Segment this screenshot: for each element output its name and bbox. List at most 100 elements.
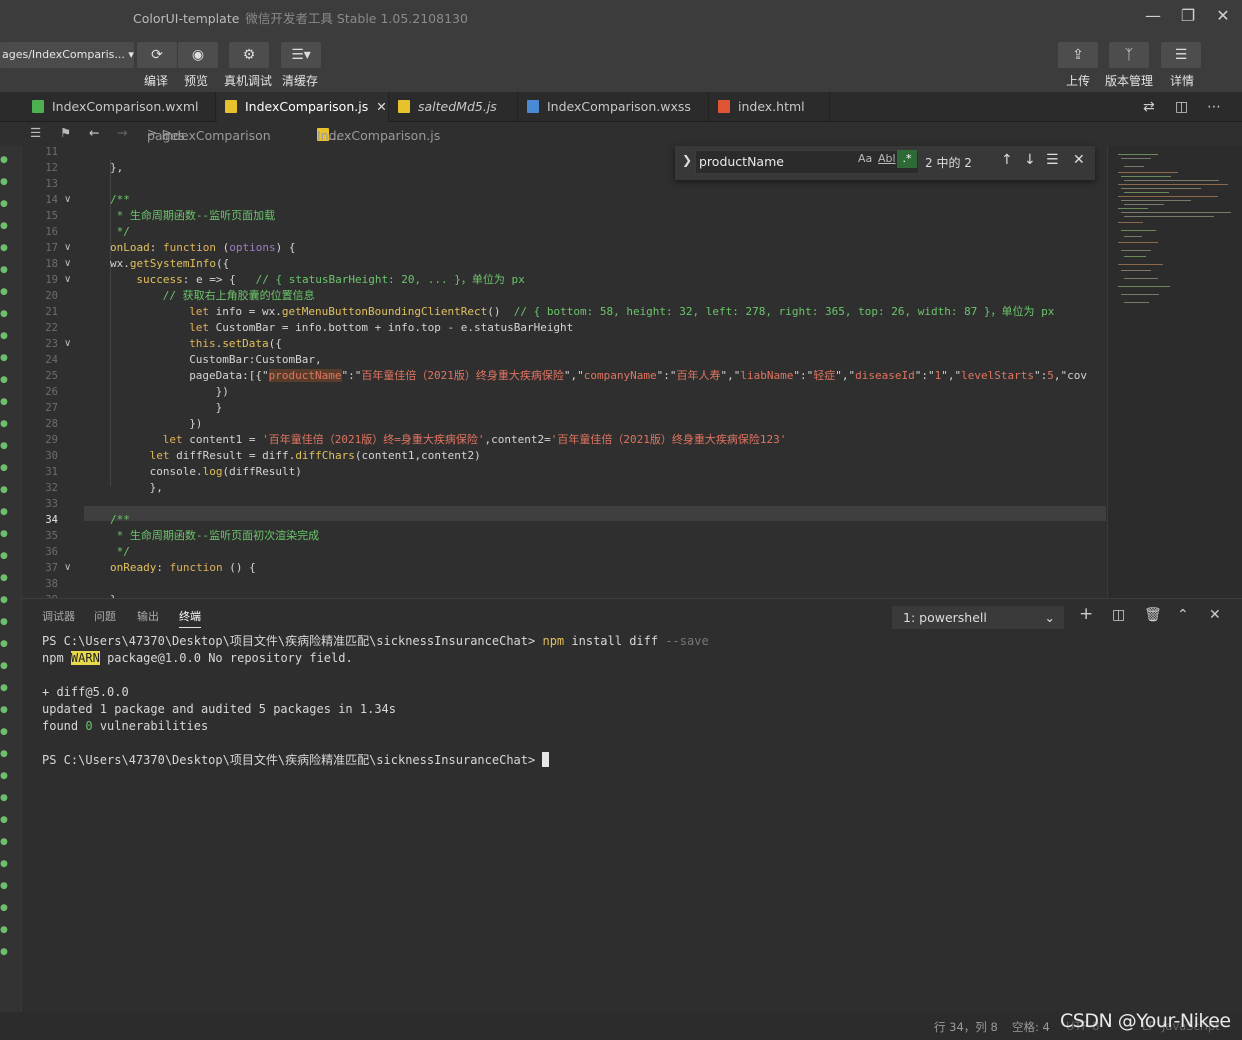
change-marker: ●: [0, 463, 8, 473]
terminal-line[interactable]: PS C:\Users\47370\Desktop\项目文件\疾病险精准匹配\s…: [42, 752, 550, 769]
code-text: console.log(diffResult): [149, 465, 302, 478]
minimap-line: [1118, 286, 1170, 287]
more-actions-icon[interactable]: ⋯: [1207, 92, 1221, 122]
code-line: 19 ∨ success: e => { // { statusBarHeight:…: [22, 272, 1106, 288]
terminal-line: found 0 vulnerabilities: [42, 718, 208, 735]
close-find-icon[interactable]: ✕: [1073, 152, 1085, 168]
minimap-line: [1118, 222, 1143, 223]
change-marker: ●: [0, 837, 8, 847]
cursor-position[interactable]: 行 34，列 8: [934, 1019, 998, 1035]
tab-indexcomparison-wxss[interactable]: IndexComparison.wxss: [519, 92, 709, 122]
terminal-select[interactable]: 1: powershell ⌄: [892, 606, 1064, 629]
outline-icon[interactable]: ☰: [30, 125, 41, 140]
tab-indexcomparison-js[interactable]: IndexComparison.js ✕: [217, 92, 389, 122]
minimap-line: [1121, 176, 1171, 177]
code-line: 18 ∨ wx.getSystemInfo({: [22, 256, 1106, 272]
close-tab-icon[interactable]: ✕: [376, 99, 386, 114]
compile-button[interactable]: 编译: [144, 72, 168, 89]
breadcrumb-file[interactable]: IndexComparison.js > …: [317, 125, 440, 143]
maximize-button[interactable]: ❐: [1175, 4, 1201, 28]
details-button[interactable]: 详情: [1170, 72, 1194, 89]
next-match-icon[interactable]: ↓: [1024, 152, 1036, 168]
page-path-dropdown[interactable]: ages/IndexComparis... ▾: [0, 42, 134, 68]
compare-icon[interactable]: ⇄: [1143, 92, 1155, 122]
minimap[interactable]: [1107, 146, 1242, 598]
tab-saltedmd5-js[interactable]: saltedMd5.js: [390, 92, 518, 122]
close-panel-icon[interactable]: ✕: [1209, 607, 1221, 623]
preview-button[interactable]: 预览: [184, 72, 208, 89]
change-marker: ●: [0, 353, 8, 363]
details-icon-button[interactable]: ☰: [1161, 42, 1201, 68]
minimap-line: [1121, 294, 1159, 295]
minimap-line: [1124, 180, 1219, 181]
chevron-right-icon[interactable]: ❯: [682, 153, 692, 167]
code-text: // 获取右上角胶囊的位置信息: [162, 289, 315, 302]
fold-chevron-icon[interactable]: ∨: [64, 240, 71, 256]
clear-cache-icon-button[interactable]: ☰▾: [281, 42, 321, 68]
dropdown-arrow-icon: ▾: [128, 48, 134, 61]
tab-output[interactable]: 输出: [137, 608, 159, 624]
change-marker: ●: [0, 397, 8, 407]
regex-option-icon[interactable]: .*: [897, 150, 917, 168]
tab-indexcomparison-wxml[interactable]: IndexComparison.wxml: [24, 92, 216, 122]
code-text: }): [189, 417, 203, 430]
tab-index-html[interactable]: index.html: [710, 92, 830, 122]
device-debug-button[interactable]: 真机调试: [224, 72, 272, 89]
version-icon-button[interactable]: ᛉ: [1109, 42, 1149, 68]
fold-chevron-icon[interactable]: ∨: [64, 272, 71, 288]
upload-button[interactable]: 上传: [1066, 72, 1090, 89]
previous-match-icon[interactable]: ↑: [1001, 152, 1013, 168]
bookmark-icon[interactable]: ⚑: [60, 125, 71, 140]
device-debug-icon-button[interactable]: ⚙: [229, 42, 269, 68]
change-marker: ●: [0, 529, 8, 539]
find-widget: ❯ productName Aa Abl .* 2 中的 2 ↑ ↓ ☰ ✕: [675, 146, 1095, 180]
change-marker: ●: [0, 265, 8, 275]
terminal-flag: --save: [665, 634, 709, 648]
version-button[interactable]: 版本管理: [1105, 72, 1153, 89]
breadcrumb-item[interactable]: pages > IndexComparison >: [147, 125, 271, 143]
tab-debugger[interactable]: 调试器: [42, 608, 75, 624]
tab-label: saltedMd5.js: [418, 99, 497, 114]
split-editor-icon[interactable]: ◫: [1175, 92, 1188, 122]
code-editor[interactable]: 11 12}, 13 14 ∨/** 15 * 生命周期函数--监听页面加载 16 */17…: [22, 146, 1106, 598]
minimap-line: [1124, 236, 1142, 237]
change-marker: ●: [0, 793, 8, 803]
close-window-button[interactable]: ✕: [1210, 4, 1236, 28]
find-in-selection-icon[interactable]: ☰: [1046, 152, 1059, 168]
change-marker: ●: [0, 419, 8, 429]
chevron-down-icon: ⌄: [1044, 610, 1055, 625]
trash-icon[interactable]: 🗑: [1144, 607, 1162, 623]
code-text: },: [149, 481, 163, 494]
clear-cache-button[interactable]: 清缓存: [282, 72, 318, 89]
tab-terminal[interactable]: 终端: [179, 608, 201, 628]
minimize-button[interactable]: —: [1140, 4, 1166, 28]
new-terminal-icon[interactable]: +: [1079, 604, 1093, 624]
breadcrumb: ☰ ⚑ ← → pages > IndexComparison > IndexC…: [0, 122, 1242, 146]
compile-icon-button[interactable]: ⟳: [137, 42, 177, 68]
upload-icon-button[interactable]: ⇪: [1058, 42, 1098, 68]
fold-chevron-icon[interactable]: ∨: [64, 560, 71, 576]
maximize-panel-icon[interactable]: ⌃: [1177, 607, 1189, 623]
line-number: 24: [45, 354, 58, 366]
tab-label: IndexComparison.js: [245, 99, 369, 114]
fold-chevron-icon[interactable]: ∨: [64, 336, 71, 352]
line-number: 22: [45, 322, 58, 334]
toolbar: ages/IndexComparis... ▾ ⟳ ◉ ⚙ ☰▾ 编译 预览 真…: [0, 32, 1242, 92]
preview-icon-button[interactable]: ◉: [178, 42, 218, 68]
match-case-option[interactable]: Aa: [858, 152, 872, 165]
change-marker: ●: [0, 507, 8, 517]
forward-arrow-icon[interactable]: →: [117, 125, 127, 140]
split-terminal-icon[interactable]: ◫: [1112, 607, 1125, 623]
minimap-line: [1124, 192, 1169, 193]
indent-setting[interactable]: 空格: 4: [1012, 1019, 1050, 1035]
whole-word-option[interactable]: Abl: [878, 152, 896, 165]
line-number: 37: [45, 562, 58, 574]
back-arrow-icon[interactable]: ←: [89, 125, 99, 140]
js-file-icon: [398, 100, 410, 113]
tab-problems[interactable]: 问题: [94, 608, 116, 624]
code-line: 27}: [22, 400, 1106, 416]
fold-chevron-icon[interactable]: ∨: [64, 192, 71, 208]
code-line: 22 let CustomBar = info.bottom + info.top…: [22, 320, 1106, 336]
fold-chevron-icon[interactable]: ∨: [64, 256, 71, 272]
code-line: 23 ∨ this.setData({: [22, 336, 1106, 352]
